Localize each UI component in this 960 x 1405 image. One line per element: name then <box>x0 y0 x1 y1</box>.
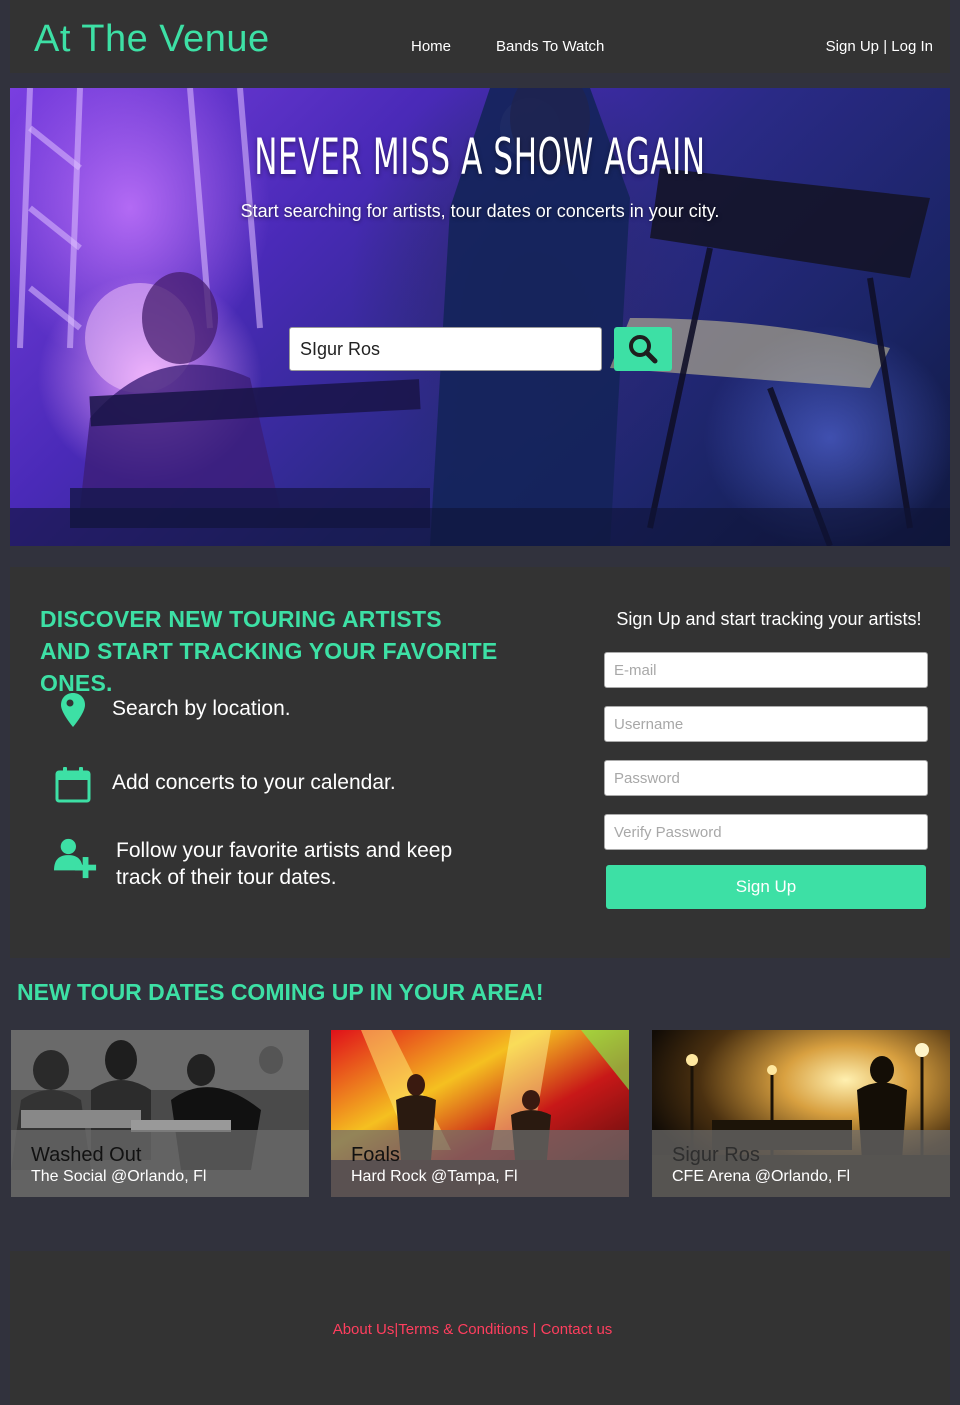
tour-card[interactable]: Washed Out The Social @Orlando, Fl <box>11 1030 309 1197</box>
feature-text: Add concerts to your calendar. <box>112 771 396 794</box>
search-button[interactable] <box>614 327 672 371</box>
footer-links: About Us|Terms & Conditions | Contact us <box>10 1321 935 1338</box>
password-field[interactable] <box>604 760 928 796</box>
auth-links: Sign Up | Log In <box>826 38 933 55</box>
sign-up-link[interactable]: Sign Up <box>826 38 879 55</box>
feature-text: Follow your favorite artists and keep tr… <box>116 839 453 889</box>
card-venue: The Social @Orlando, Fl <box>31 1168 207 1185</box>
card-band-name: Sigur Ros <box>672 1144 760 1166</box>
site-footer: About Us|Terms & Conditions | Contact us <box>10 1251 950 1405</box>
about-us-link[interactable]: About Us <box>333 1321 395 1338</box>
site-logo[interactable]: At The Venue <box>34 18 270 61</box>
features-heading-line1: DISCOVER NEW TOURING ARTISTS <box>40 606 442 632</box>
hero-subtitle: Start searching for artists, tour dates … <box>240 201 720 221</box>
card-band-name: Washed Out <box>31 1144 142 1166</box>
calendar-icon <box>55 767 91 803</box>
feature-follow-artists: Follow your favorite artists and keep tr… <box>54 837 476 891</box>
contact-us-link[interactable]: Contact us <box>541 1321 613 1338</box>
hero-title: NEVER MISS A SHOW AGAIN <box>254 128 706 186</box>
hero-banner: NEVER MISS A SHOW AGAIN Start searching … <box>10 88 950 546</box>
email-field[interactable] <box>604 652 928 688</box>
auth-separator: | <box>883 38 888 55</box>
site-header: At The Venue Home Bands To Watch Sign Up… <box>10 0 950 73</box>
features-section: DISCOVER NEW TOURING ARTISTS AND START T… <box>10 567 950 958</box>
search-icon <box>629 335 658 364</box>
nav-home-link[interactable]: Home <box>411 38 451 55</box>
sign-up-button[interactable]: Sign Up <box>606 865 926 909</box>
feature-search-location: Search by location. <box>54 693 472 733</box>
footer-separator: | <box>528 1321 541 1338</box>
tour-card[interactable]: Foals Hard Rock @Tampa, Fl <box>331 1030 629 1197</box>
tour-dates-heading: NEW TOUR DATES COMING UP IN YOUR AREA! <box>17 979 544 1005</box>
card-band-name: Foals <box>351 1144 400 1166</box>
log-in-link[interactable]: Log In <box>891 38 933 55</box>
verify-password-field[interactable] <box>604 814 928 850</box>
tour-card[interactable]: Sigur Ros CFE Arena @Orlando, Fl <box>652 1030 950 1197</box>
username-field[interactable] <box>604 706 928 742</box>
terms-link[interactable]: Terms & Conditions <box>398 1321 528 1338</box>
location-pin-icon <box>61 693 85 727</box>
add-user-icon <box>54 838 97 879</box>
features-heading: DISCOVER NEW TOURING ARTISTS AND START T… <box>40 603 560 699</box>
feature-text: Search by location. <box>112 697 291 720</box>
feature-calendar: Add concerts to your calendar. <box>54 767 472 807</box>
features-heading-line2: AND START TRACKING YOUR FAVORITE ONES. <box>40 638 498 696</box>
search-input[interactable] <box>289 327 602 371</box>
nav-bands-to-watch-link[interactable]: Bands To Watch <box>496 38 604 55</box>
card-venue: Hard Rock @Tampa, Fl <box>351 1168 518 1185</box>
card-venue: CFE Arena @Orlando, Fl <box>672 1168 851 1185</box>
signup-title: Sign Up and start tracking your artists! <box>616 609 922 629</box>
